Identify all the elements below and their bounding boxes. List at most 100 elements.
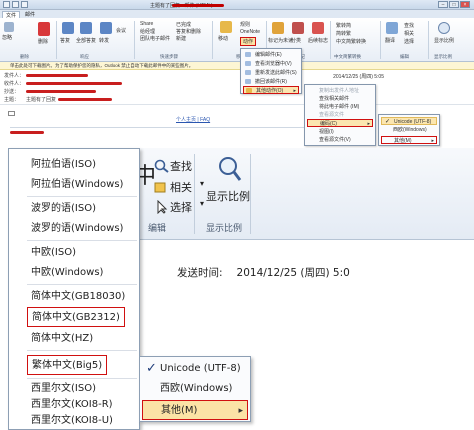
trad-to-simp-button[interactable]: 繁转简 xyxy=(336,22,351,29)
message-headers: 发件人： 收件人： 抄送： 主题： 主题有了回复 2014/12/25 (周四)… xyxy=(0,70,474,104)
actions-dropdown[interactable]: 动作 xyxy=(240,37,257,46)
delete-icon[interactable] xyxy=(38,22,50,36)
encoding-central-europe-windows[interactable]: 中欧(Windows) xyxy=(27,263,137,283)
save-icon[interactable] xyxy=(3,1,10,8)
undo-icon[interactable] xyxy=(12,1,19,8)
forward-label[interactable]: 转发 xyxy=(99,37,109,44)
select-icon[interactable] xyxy=(154,200,170,214)
onenote-label[interactable]: OneNote xyxy=(240,29,260,35)
encoding-arabic-windows[interactable]: 阿拉伯语(Windows) xyxy=(27,175,137,195)
translate-icon[interactable] xyxy=(386,22,398,34)
meeting-label[interactable]: 会议 xyxy=(116,27,126,34)
encoding-gb18030[interactable]: 简体中文(GB18030) xyxy=(27,287,137,307)
quickstep-to-manager[interactable]: 给经理 xyxy=(140,28,155,35)
menu-view[interactable]: 视图(I) xyxy=(307,128,373,136)
mark-unread-label[interactable]: 标记为未读 xyxy=(268,37,293,44)
categorize-label[interactable]: 分类 xyxy=(291,37,301,44)
find-button[interactable]: 查找 xyxy=(170,158,192,174)
recall-icon xyxy=(245,79,251,84)
reply-all-label[interactable]: 全部答复 xyxy=(76,37,96,44)
encoding-hz[interactable]: 简体中文(HZ) xyxy=(27,329,137,349)
encoding-cyrillic-koi8r[interactable]: 西里尔文(KOI8-R) xyxy=(27,397,137,413)
translate-label[interactable]: 翻译 xyxy=(385,37,395,44)
quickstep-done[interactable]: 已完成 xyxy=(176,21,191,28)
reply-all-icon[interactable] xyxy=(80,22,92,34)
reply-icon[interactable] xyxy=(62,22,74,34)
follow-up-icon[interactable] xyxy=(312,22,324,34)
forward-icon[interactable] xyxy=(100,22,112,34)
related-small[interactable]: 相关 xyxy=(404,30,414,37)
select-small[interactable]: 选择 xyxy=(404,38,414,45)
menu-other-encodings[interactable]: 其他(M) ▸ xyxy=(142,400,248,420)
menu-other-small[interactable]: 其他(M) ▸ xyxy=(381,136,437,144)
quickstep-team-email[interactable]: 团队电子邮件 xyxy=(140,35,170,42)
menu-recall[interactable]: 撤回该邮件(R) xyxy=(243,78,299,86)
minimize-button[interactable]: – xyxy=(438,1,448,8)
homepage-faq-link[interactable]: 个人主页 | FAQ xyxy=(176,116,210,123)
encoding-central-europe-iso[interactable]: 中欧(ISO) xyxy=(27,243,137,263)
encoding-arabic-iso[interactable]: 阿拉伯语(ISO) xyxy=(27,155,137,175)
menu-encoding[interactable]: 编码(C) ▸ xyxy=(307,119,373,127)
blocked-images-infobar[interactable]: 单击此处可下载图片。为了帮助保护您的隐私，Outlook 禁止自动下载此邮件中的… xyxy=(0,62,474,70)
encoding-cyrillic-koi8u[interactable]: 西里尔文(KOI8-U) xyxy=(27,413,137,429)
menu-edit-message[interactable]: 编辑邮件(E) xyxy=(243,51,299,59)
reply-label[interactable]: 答复 xyxy=(60,37,70,44)
menu-view-source-a[interactable]: 查看源文件 xyxy=(307,111,373,119)
chevron-down-icon[interactable]: ▾ xyxy=(200,199,204,208)
tab-message[interactable]: 邮件 xyxy=(22,11,38,18)
chevron-down-icon[interactable]: ▾ xyxy=(200,179,204,188)
menu-copy-sender[interactable]: 复制出发件人地址 xyxy=(307,87,373,95)
menu-view-source[interactable]: 查看源文件(V) xyxy=(307,136,373,144)
rules-label[interactable]: 规则 xyxy=(240,21,250,28)
encoding-submenu: ✓ Unicode (UTF-8) 西欧(Windows) 其他(M) ▸ xyxy=(139,356,251,422)
redo-icon[interactable] xyxy=(21,1,28,8)
menu-view-in-browser[interactable]: 查看浏览器中(V) xyxy=(243,60,299,68)
menu-western-small[interactable]: 西欧(Windows) xyxy=(381,126,437,134)
zoom-button[interactable]: 显示比例 xyxy=(206,188,250,204)
quickstep-create-new[interactable]: 新建 xyxy=(176,35,186,42)
menu-find-related[interactable]: 查找相关邮件 xyxy=(307,95,373,103)
other-actions-icon xyxy=(246,88,252,93)
close-button[interactable]: × xyxy=(460,1,470,8)
move-label[interactable]: 移动 xyxy=(218,35,228,42)
encoding-big5[interactable]: 繁体中文(Big5) xyxy=(27,355,108,375)
find-small[interactable]: 查找 xyxy=(404,22,414,29)
outlook-message-window: 主题有了回复 - 邮件 (HTML) – □ × 文件 邮件 忽略 删除 删除 … xyxy=(0,0,474,148)
encoding-gb2312[interactable]: 简体中文(GB2312) xyxy=(27,307,125,327)
simp-trad-convert-button[interactable]: 中文简繁转换 xyxy=(336,38,366,45)
ignore-label[interactable]: 忽略 xyxy=(2,34,12,41)
zoom-icon[interactable] xyxy=(438,22,450,34)
related-button[interactable]: 相关 xyxy=(170,179,192,195)
related-icon[interactable] xyxy=(154,180,170,194)
title-bar: 主题有了回复 - 邮件 (HTML) – □ × xyxy=(0,0,474,10)
encoding-cyrillic-iso[interactable]: 西里尔文(ISO) xyxy=(27,381,137,397)
menu-unicode-utf8[interactable]: ✓ Unicode (UTF-8) xyxy=(142,359,248,379)
encoding-baltic-iso[interactable]: 波罗的语(ISO) xyxy=(27,199,137,219)
select-button[interactable]: 选择 xyxy=(170,199,192,215)
encoding-baltic-windows[interactable]: 波罗的语(Windows) xyxy=(27,219,137,239)
delete-label[interactable]: 删除 xyxy=(38,38,48,45)
zoom-small-label[interactable]: 显示比例 xyxy=(434,37,454,44)
body-divider xyxy=(10,127,310,128)
follow-up-label[interactable]: 后续标志 xyxy=(308,37,328,44)
subject-label: 主题： xyxy=(4,97,20,103)
menu-im[interactable]: 将此电子邮件 (IM) xyxy=(307,103,373,111)
simp-to-trad-button[interactable]: 简转繁 xyxy=(336,30,351,37)
zoom-icon[interactable] xyxy=(218,156,242,182)
menu-resend[interactable]: 重新发送此邮件(S) xyxy=(243,69,299,77)
tab-file[interactable]: 文件 xyxy=(2,11,21,19)
categorize-icon[interactable] xyxy=(292,22,304,34)
maximize-button[interactable]: □ xyxy=(449,1,459,8)
redacted-body xyxy=(10,131,44,134)
menu-western-windows[interactable]: 西欧(Windows) xyxy=(142,379,248,399)
quickstep-share[interactable]: Share xyxy=(140,21,153,27)
infobar-text[interactable]: 单击此处可下载图片。为了帮助保护您的隐私，Outlook 禁止自动下载此邮件中的… xyxy=(10,63,193,69)
menu-other-actions[interactable]: 其他动作(O) ▸ xyxy=(243,86,299,94)
mark-unread-icon[interactable] xyxy=(272,22,284,34)
image-placeholder-icon xyxy=(8,111,15,116)
find-icon[interactable] xyxy=(154,159,170,173)
menu-unicode-small[interactable]: ✓ Unicode (UTF-8) xyxy=(381,117,437,125)
quickstep-reply-delete[interactable]: 答复和删除 xyxy=(176,28,201,35)
ignore-icon[interactable] xyxy=(4,22,14,32)
move-icon[interactable] xyxy=(220,21,232,33)
